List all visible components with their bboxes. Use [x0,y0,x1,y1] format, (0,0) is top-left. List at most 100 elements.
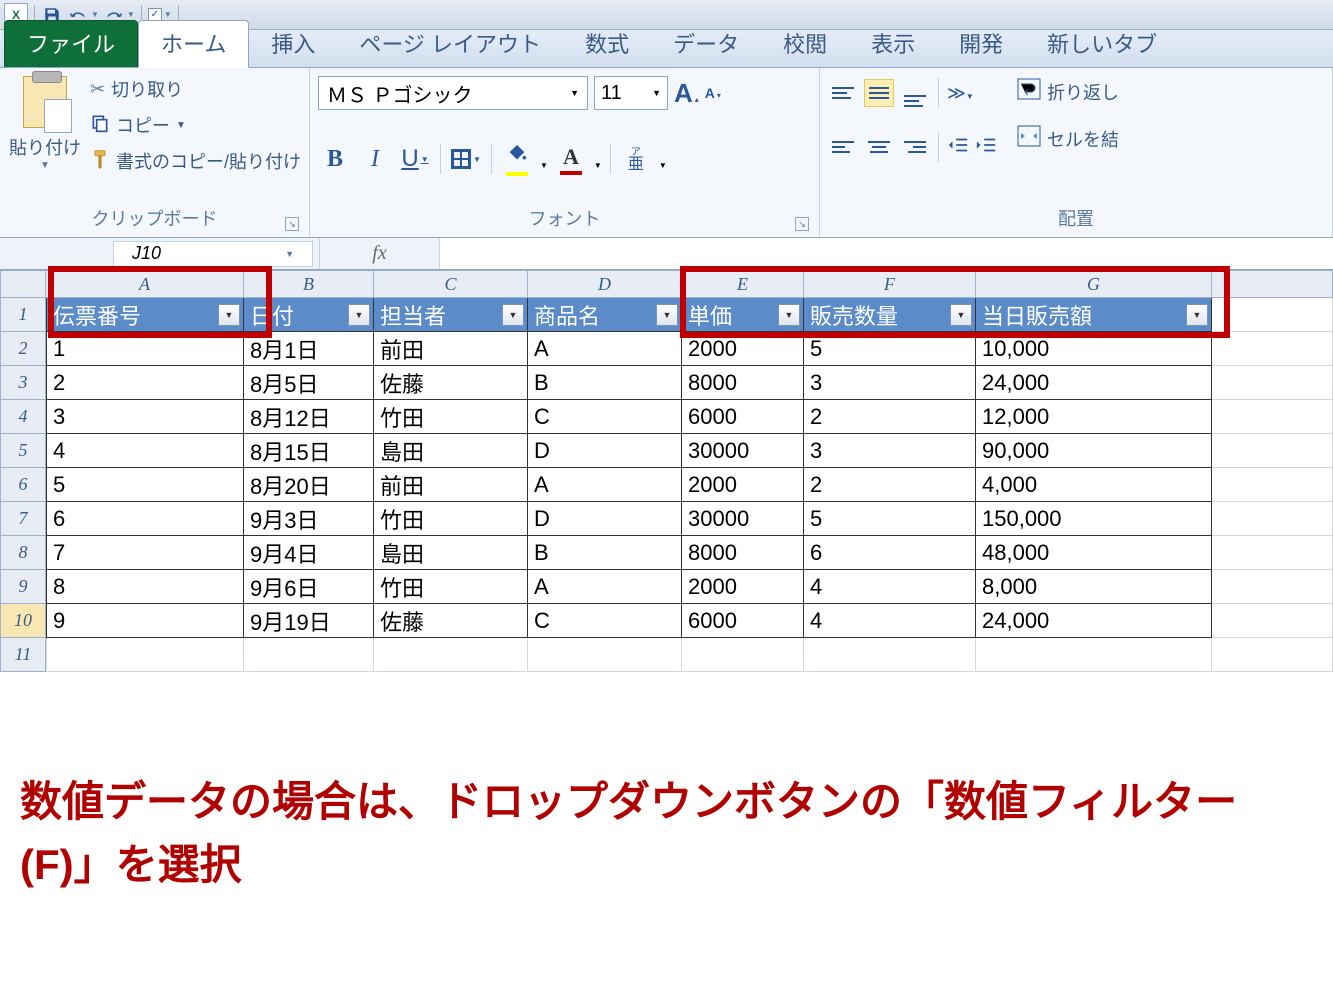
italic-button[interactable]: I [358,142,392,176]
cell[interactable]: 8月20日 [244,468,374,502]
underline-button[interactable]: U▼ [398,142,432,176]
cell[interactable]: 6000 [682,604,804,638]
cell[interactable]: B [528,366,682,400]
copy-dropdown-icon[interactable]: ▼ [176,120,186,131]
filter-dropdown-icon[interactable]: ▼ [778,304,800,326]
fill-color-button[interactable] [500,142,534,176]
name-box[interactable]: J10 ▼ [113,241,313,267]
row-header-10[interactable]: 10 [0,604,46,638]
align-left-button[interactable] [828,133,858,161]
cell[interactable]: 8000 [682,366,804,400]
cell[interactable] [1212,298,1333,332]
cell[interactable]: 2 [804,468,976,502]
cell[interactable] [374,638,528,672]
cell[interactable] [682,638,804,672]
cell[interactable]: 8,000 [976,570,1212,604]
cell[interactable]: 10,000 [976,332,1212,366]
cell[interactable] [1212,468,1333,502]
cell[interactable]: 8月5日 [244,366,374,400]
cell[interactable]: 8月1日 [244,332,374,366]
cell[interactable]: 24,000 [976,366,1212,400]
font-size-select[interactable]: 11 ▼ [594,76,668,110]
cell[interactable]: 5 [804,332,976,366]
dialog-launcher-icon[interactable]: ↘ [285,217,299,231]
grow-font-button[interactable]: A▴ [674,78,699,109]
row-header-3[interactable]: 3 [0,366,46,400]
cell[interactable]: 竹田 [374,502,528,536]
formula-input[interactable] [440,238,1333,269]
cell[interactable]: A [528,332,682,366]
cell[interactable]: 2000 [682,570,804,604]
cell[interactable]: C [528,400,682,434]
row-header-4[interactable]: 4 [0,400,46,434]
increase-indent-button[interactable] [975,135,997,160]
col-header-c[interactable]: C [374,270,528,298]
row-header-5[interactable]: 5 [0,434,46,468]
cell[interactable]: 12,000 [976,400,1212,434]
paste-dropdown-icon[interactable]: ▼ [40,160,50,171]
cell[interactable]: 前田 [374,332,528,366]
cell[interactable]: 3 [804,366,976,400]
qat-customize-dropdown-icon[interactable]: ▼ [164,10,172,19]
col-header-d[interactable]: D [528,270,682,298]
tab-home[interactable]: ホーム [138,20,249,68]
cell[interactable]: 9月6日 [244,570,374,604]
cell[interactable]: D [528,502,682,536]
tab-developer[interactable]: 開発 [937,21,1025,67]
row-header-6[interactable]: 6 [0,468,46,502]
decrease-indent-button[interactable] [947,135,969,160]
cell[interactable]: 佐藤 [374,366,528,400]
cell[interactable]: 竹田 [374,400,528,434]
cell[interactable]: 5 [46,468,244,502]
col-header-b[interactable]: B [244,270,374,298]
dropdown-icon[interactable]: ▼ [540,161,548,170]
cell[interactable]: 24,000 [976,604,1212,638]
undo-dropdown-icon[interactable]: ▼ [91,10,99,19]
cell[interactable]: 90,000 [976,434,1212,468]
phonetic-button[interactable]: ア 亜 [619,142,653,176]
filter-dropdown-icon[interactable]: ▼ [656,304,678,326]
cell[interactable]: 8000 [682,536,804,570]
cell[interactable] [1212,638,1333,672]
cell[interactable]: 2000 [682,332,804,366]
cell[interactable]: 佐藤 [374,604,528,638]
filter-dropdown-icon[interactable]: ▼ [950,304,972,326]
col-header-g[interactable]: G [976,270,1212,298]
cell[interactable]: 30000 [682,502,804,536]
cell[interactable]: 5 [804,502,976,536]
cell[interactable]: 4,000 [976,468,1212,502]
font-name-select[interactable]: ＭＳ Ｐゴシック ▼ [318,76,588,110]
border-button[interactable]: ▼ [449,142,483,176]
filter-dropdown-icon[interactable]: ▼ [348,304,370,326]
cell[interactable]: 9月19日 [244,604,374,638]
cell[interactable]: 150,000 [976,502,1212,536]
cell[interactable]: 8 [46,570,244,604]
cell[interactable]: 2000 [682,468,804,502]
cell[interactable]: 島田 [374,434,528,468]
align-center-button[interactable] [864,133,894,161]
cell[interactable] [1212,366,1333,400]
tab-page-layout[interactable]: ページ レイアウト [337,21,563,67]
cell[interactable]: 3 [46,400,244,434]
align-right-button[interactable] [900,133,930,161]
tab-insert[interactable]: 挿入 [249,21,337,67]
cell[interactable]: 7 [46,536,244,570]
cell[interactable]: 前田 [374,468,528,502]
cell[interactable]: B [528,536,682,570]
col-header-e[interactable]: E [682,270,804,298]
cell[interactable] [1212,400,1333,434]
col-header-f[interactable]: F [804,270,976,298]
cell[interactable]: 9月3日 [244,502,374,536]
cell[interactable] [528,638,682,672]
filter-dropdown-icon[interactable]: ▼ [502,304,524,326]
cell[interactable]: 48,000 [976,536,1212,570]
cell[interactable] [244,638,374,672]
orientation-button[interactable]: ≫▼ [947,83,974,104]
dialog-launcher-icon[interactable]: ↘ [795,217,809,231]
tab-data[interactable]: データ [651,21,761,67]
redo-dropdown-icon[interactable]: ▼ [127,10,135,19]
cell[interactable]: 9 [46,604,244,638]
bold-button[interactable]: B [318,142,352,176]
cell[interactable]: 30000 [682,434,804,468]
tab-view[interactable]: 表示 [849,21,937,67]
